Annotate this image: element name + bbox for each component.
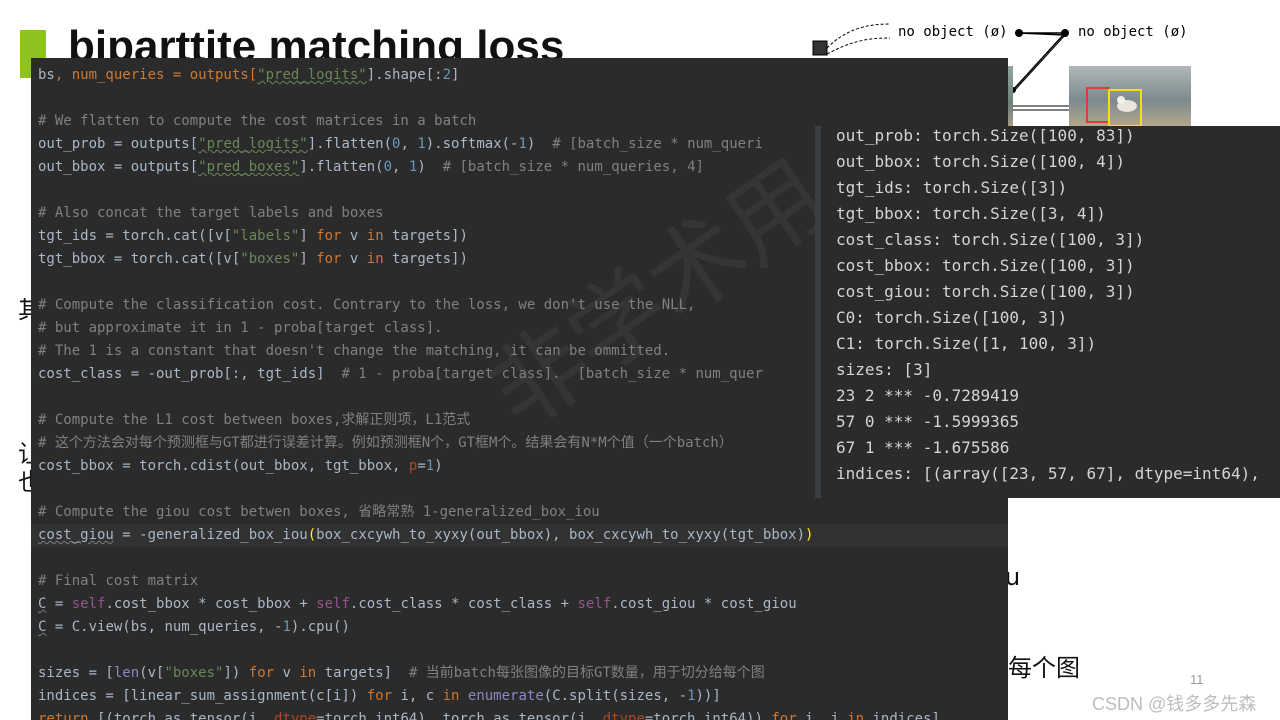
- code-line[interactable]: # 这个方法会对每个预测框与GT都进行误差计算。例如预测框N个，GT框M个。结果…: [38, 432, 733, 455]
- console-output[interactable]: out_prob: torch.Size([100, 83]) out_bbox…: [815, 126, 1280, 498]
- code-line[interactable]: # but approximate it in 1 - proba[target…: [38, 317, 443, 340]
- code-line[interactable]: # Also concat the target labels and boxe…: [38, 202, 384, 225]
- bird-photo: [1069, 66, 1191, 128]
- code-line[interactable]: return [(torch.as_tensor(i, dtype=torch.…: [38, 708, 940, 720]
- code-line-current[interactable]: cost_giou = -generalized_box_iou(box_cxc…: [38, 524, 813, 547]
- slide-text-fragment: 每个图: [1008, 654, 1080, 682]
- console-line: sizes: [3]: [836, 360, 933, 379]
- console-line: 67 1 *** -1.675586: [836, 438, 1010, 457]
- console-line: cost_giou: torch.Size([100, 3]): [836, 282, 1135, 301]
- code-line[interactable]: cost_bbox = torch.cdist(out_bbox, tgt_bb…: [38, 455, 443, 478]
- console-line: 23 2 *** -0.7289419: [836, 386, 1020, 405]
- console-line: C1: torch.Size([1, 100, 3]): [836, 334, 1097, 353]
- code-line[interactable]: cost_class = -out_prob[:, tgt_ids] # 1 -…: [38, 363, 763, 386]
- console-line: cost_bbox: torch.Size([100, 3]): [836, 256, 1135, 275]
- code-line[interactable]: C = self.cost_bbox * cost_bbox + self.co…: [38, 593, 797, 616]
- no-object-label: no object (ø): [898, 24, 1008, 40]
- console-line: tgt_bbox: torch.Size([3, 4]): [836, 204, 1106, 223]
- source-watermark: CSDN @钱多多先森: [1092, 694, 1257, 714]
- code-line[interactable]: # The 1 is a constant that doesn't chang…: [38, 340, 670, 363]
- code-line[interactable]: sizes = [len(v["boxes"]) for v in target…: [38, 662, 765, 685]
- console-line: out_bbox: torch.Size([100, 4]): [836, 152, 1125, 171]
- console-line: indices: [(array([23, 57, 67], dtype=int…: [836, 464, 1260, 483]
- code-line[interactable]: # We flatten to compute the cost matrice…: [38, 110, 476, 133]
- match-node: [1015, 29, 1023, 37]
- no-object-label: no object (ø): [1078, 24, 1188, 40]
- console-line: C0: torch.Size([100, 3]): [836, 308, 1068, 327]
- code-line[interactable]: indices = [linear_sum_assignment(c[i]) f…: [38, 685, 721, 708]
- code-line[interactable]: out_bbox = outputs["pred_boxes"].flatten…: [38, 156, 704, 179]
- match-node: [1061, 29, 1069, 37]
- page-number: 11: [1190, 672, 1204, 687]
- code-line[interactable]: # Compute the giou cost betwen boxes, 省略…: [38, 501, 600, 524]
- console-line: out_prob: torch.Size([100, 83]): [836, 126, 1135, 145]
- code-line[interactable]: C = C.view(bs, num_queries, -1).cpu(): [38, 616, 350, 639]
- console-line: 57 0 *** -1.5999365: [836, 412, 1020, 431]
- console-gutter: [815, 126, 821, 498]
- match-line: [1012, 32, 1066, 91]
- code-line[interactable]: # Compute the classification cost. Contr…: [38, 294, 695, 317]
- code-line[interactable]: tgt_bbox = torch.cat([v["boxes"] for v i…: [38, 248, 468, 271]
- code-line[interactable]: out_prob = outputs["pred_logits"].flatte…: [38, 133, 763, 156]
- bird-detection-boxes: [1086, 87, 1142, 127]
- prediction-box-marker: [812, 40, 828, 56]
- code-line[interactable]: # Final cost matrix: [38, 570, 198, 593]
- code-line[interactable]: # Compute the L1 cost between boxes,求解正则…: [38, 409, 470, 432]
- code-line[interactable]: bs, num_queries = outputs["pred_logits"]…: [38, 64, 459, 87]
- console-line: tgt_ids: torch.Size([3]): [836, 178, 1068, 197]
- red-box: [1086, 87, 1110, 123]
- code-line[interactable]: tgt_ids = torch.cat([v["labels"] for v i…: [38, 225, 468, 248]
- console-line: cost_class: torch.Size([100, 3]): [836, 230, 1145, 249]
- dashed-link: [826, 23, 891, 49]
- dashed-link: [826, 37, 891, 55]
